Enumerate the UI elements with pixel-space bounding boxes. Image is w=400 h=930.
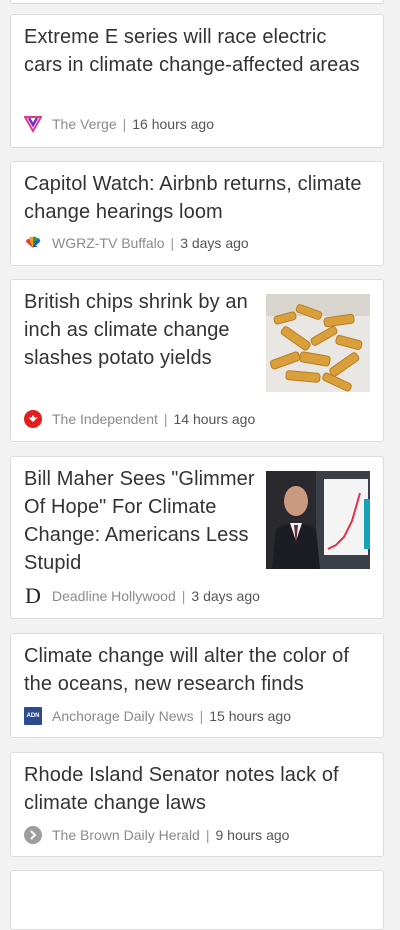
partial-card-bottom bbox=[10, 870, 384, 930]
svg-text:2: 2 bbox=[33, 240, 38, 249]
news-card[interactable]: British chips shrink by an inch as clima… bbox=[10, 279, 384, 442]
meta-row: The Verge | 16 hours ago bbox=[24, 115, 214, 133]
separator: | bbox=[163, 411, 168, 427]
headline[interactable]: British chips shrink by an inch as clima… bbox=[24, 288, 254, 372]
separator: | bbox=[205, 827, 210, 843]
source-name[interactable]: The Verge bbox=[52, 116, 117, 132]
timestamp: 14 hours ago bbox=[173, 411, 256, 427]
meta-row: 2 WGRZ-TV Buffalo | 3 days ago bbox=[24, 234, 249, 252]
timestamp: 15 hours ago bbox=[209, 708, 291, 724]
source-name[interactable]: WGRZ-TV Buffalo bbox=[52, 235, 165, 251]
verge-logo-icon bbox=[24, 115, 42, 133]
headline[interactable]: Rhode Island Senator notes lack of clima… bbox=[24, 761, 369, 817]
meta-row: ADN Anchorage Daily News | 15 hours ago bbox=[24, 707, 291, 725]
news-card[interactable]: Extreme E series will race electric cars… bbox=[10, 14, 384, 148]
headline[interactable]: Extreme E series will race electric cars… bbox=[24, 23, 369, 79]
separator: | bbox=[122, 116, 127, 132]
timestamp: 3 days ago bbox=[191, 588, 260, 604]
meta-row: The Independent | 14 hours ago bbox=[24, 410, 255, 428]
deadline-d-icon: D bbox=[25, 583, 41, 608]
separator: | bbox=[181, 588, 186, 604]
timestamp: 16 hours ago bbox=[132, 116, 214, 132]
source-name[interactable]: Deadline Hollywood bbox=[52, 588, 176, 604]
news-card[interactable]: Bill Maher Sees "Glimmer Of Hope" For Cl… bbox=[10, 456, 384, 619]
chevron-circle-icon bbox=[24, 826, 42, 844]
headline[interactable]: Capitol Watch: Airbnb returns, climate c… bbox=[24, 170, 369, 226]
source-name[interactable]: Anchorage Daily News bbox=[52, 708, 194, 724]
meta-row: D Deadline Hollywood | 3 days ago bbox=[24, 583, 260, 608]
source-name[interactable]: The Independent bbox=[52, 411, 158, 427]
headline[interactable]: Bill Maher Sees "Glimmer Of Hope" For Cl… bbox=[24, 465, 259, 577]
separator: | bbox=[199, 708, 204, 724]
meta-row: The Brown Daily Herald | 9 hours ago bbox=[24, 826, 289, 844]
independent-eagle-icon bbox=[24, 410, 42, 428]
potato-chips-photo[interactable] bbox=[266, 294, 370, 392]
partial-card-top bbox=[10, 0, 384, 4]
timestamp: 9 hours ago bbox=[215, 827, 290, 843]
nbc-peacock-icon: 2 bbox=[24, 234, 42, 252]
timestamp: 3 days ago bbox=[180, 235, 249, 251]
news-card[interactable]: Climate change will alter the color of t… bbox=[10, 633, 384, 738]
source-name[interactable]: The Brown Daily Herald bbox=[52, 827, 200, 843]
news-card[interactable]: Rhode Island Senator notes lack of clima… bbox=[10, 752, 384, 857]
news-card[interactable]: Capitol Watch: Airbnb returns, climate c… bbox=[10, 161, 384, 266]
bill-maher-photo[interactable] bbox=[266, 471, 370, 569]
separator: | bbox=[170, 235, 175, 251]
adn-logo-icon: ADN bbox=[24, 707, 42, 725]
headline[interactable]: Climate change will alter the color of t… bbox=[24, 642, 369, 698]
